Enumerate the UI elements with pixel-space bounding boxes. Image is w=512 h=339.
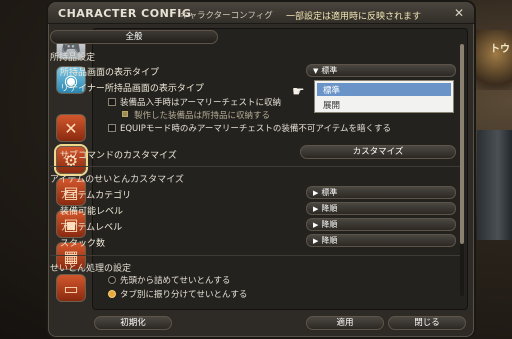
sort-dropdown-equip-level[interactable]: ▶ 降順 bbox=[306, 202, 456, 215]
radio-from-top-label: 先頭から詰めてせいとんする bbox=[120, 276, 231, 286]
sort-label-stack: スタック数 bbox=[60, 239, 106, 249]
sort-value: 降順 bbox=[321, 236, 338, 245]
apply-notice: 一部設定は適用時に反映されます bbox=[286, 12, 422, 22]
armoury-check-label: 装備品入手時はアーマリーチェストに収納 bbox=[120, 98, 281, 108]
scrollbar[interactable] bbox=[460, 44, 464, 296]
chevron-down-icon: ▼ bbox=[313, 67, 319, 75]
inventory-section-title: 所持品設定 bbox=[50, 53, 96, 63]
cross-swords-icon[interactable]: ✕ bbox=[56, 114, 86, 142]
chevron-right-icon: ▶ bbox=[313, 237, 319, 245]
sort-section-title: アイテムのせいとんカスタマイズ bbox=[50, 175, 184, 185]
radio-by-tab-label: タブ別に振り分けてせいとんする bbox=[120, 290, 248, 300]
sort-value: 降順 bbox=[321, 204, 338, 213]
tab-general[interactable]: 全般 bbox=[50, 30, 218, 44]
divider bbox=[50, 255, 460, 256]
character-config-window: CHARACTER CONFIG キャラクターコンフィグ 一部設定は適用時に反映… bbox=[46, 0, 476, 339]
sort-dropdown-item-level[interactable]: ▶ 降順 bbox=[306, 218, 456, 231]
background-torch bbox=[472, 30, 512, 90]
crafted-checkbox[interactable] bbox=[122, 111, 128, 117]
display-type-value: 標準 bbox=[321, 66, 338, 75]
menu-item-standard[interactable]: 標準 bbox=[323, 84, 340, 96]
close-icon[interactable]: ✕ bbox=[452, 6, 466, 20]
chevron-right-icon: ▶ bbox=[313, 189, 319, 197]
background-rail bbox=[477, 130, 512, 240]
process-section-title: せいとん処理の設定 bbox=[50, 264, 132, 274]
divider bbox=[50, 166, 460, 167]
chevron-right-icon: ▶ bbox=[313, 205, 319, 213]
reset-button[interactable]: 初期化 bbox=[94, 316, 172, 330]
customize-button[interactable]: カスタマイズ bbox=[300, 145, 456, 159]
close-button[interactable]: 閉じる bbox=[388, 316, 466, 330]
window-title: CHARACTER CONFIG bbox=[58, 7, 192, 20]
armoury-checkbox[interactable] bbox=[108, 98, 116, 106]
dropdown-menu: 標準 展開 bbox=[314, 80, 454, 113]
hand-cursor-icon: ☛ bbox=[292, 84, 305, 100]
menu-item-expand[interactable]: 展開 bbox=[323, 99, 340, 111]
sort-dropdown-category[interactable]: ▶ 標準 bbox=[306, 186, 456, 199]
chevron-right-icon: ▶ bbox=[313, 221, 319, 229]
crafted-check-label: 製作した装備品は所持品に収納する bbox=[134, 111, 271, 121]
equip-mode-checkbox[interactable] bbox=[108, 124, 116, 132]
radio-by-tab[interactable] bbox=[108, 290, 116, 298]
equip-mode-label: EQUIPモード時のみアーマリーチェストの装備不可アイテムを暗くする bbox=[120, 124, 392, 134]
subcommand-label: サブコマンドのカスタマイズ bbox=[60, 151, 177, 161]
sort-label-item-level: アイテムレベル bbox=[60, 223, 123, 233]
scrollbar-thumb[interactable] bbox=[460, 44, 464, 244]
sort-label-category: アイテムカテゴリ bbox=[60, 191, 132, 201]
radio-from-top[interactable] bbox=[108, 276, 116, 284]
display-type-label: 所持品画面の表示タイプ bbox=[60, 68, 160, 78]
retainer-type-label: リテイナー所持品画面の表示タイプ bbox=[60, 84, 204, 94]
title-bar[interactable]: CHARACTER CONFIG キャラクターコンフィグ 一部設定は適用時に反映… bbox=[48, 2, 474, 24]
apply-button[interactable]: 適用 bbox=[306, 316, 384, 330]
sort-dropdown-stack[interactable]: ▶ 降順 bbox=[306, 234, 456, 247]
sort-value: 降順 bbox=[321, 220, 338, 229]
chat-icon[interactable]: ▭ bbox=[56, 274, 86, 302]
display-type-dropdown[interactable]: ▼ 標準 bbox=[306, 64, 456, 77]
window-subtitle: キャラクターコンフィグ bbox=[180, 11, 273, 21]
sort-label-equip-level: 装備可能レベル bbox=[60, 207, 124, 217]
background-label: トウ bbox=[490, 44, 510, 55]
sort-value: 標準 bbox=[321, 188, 338, 197]
